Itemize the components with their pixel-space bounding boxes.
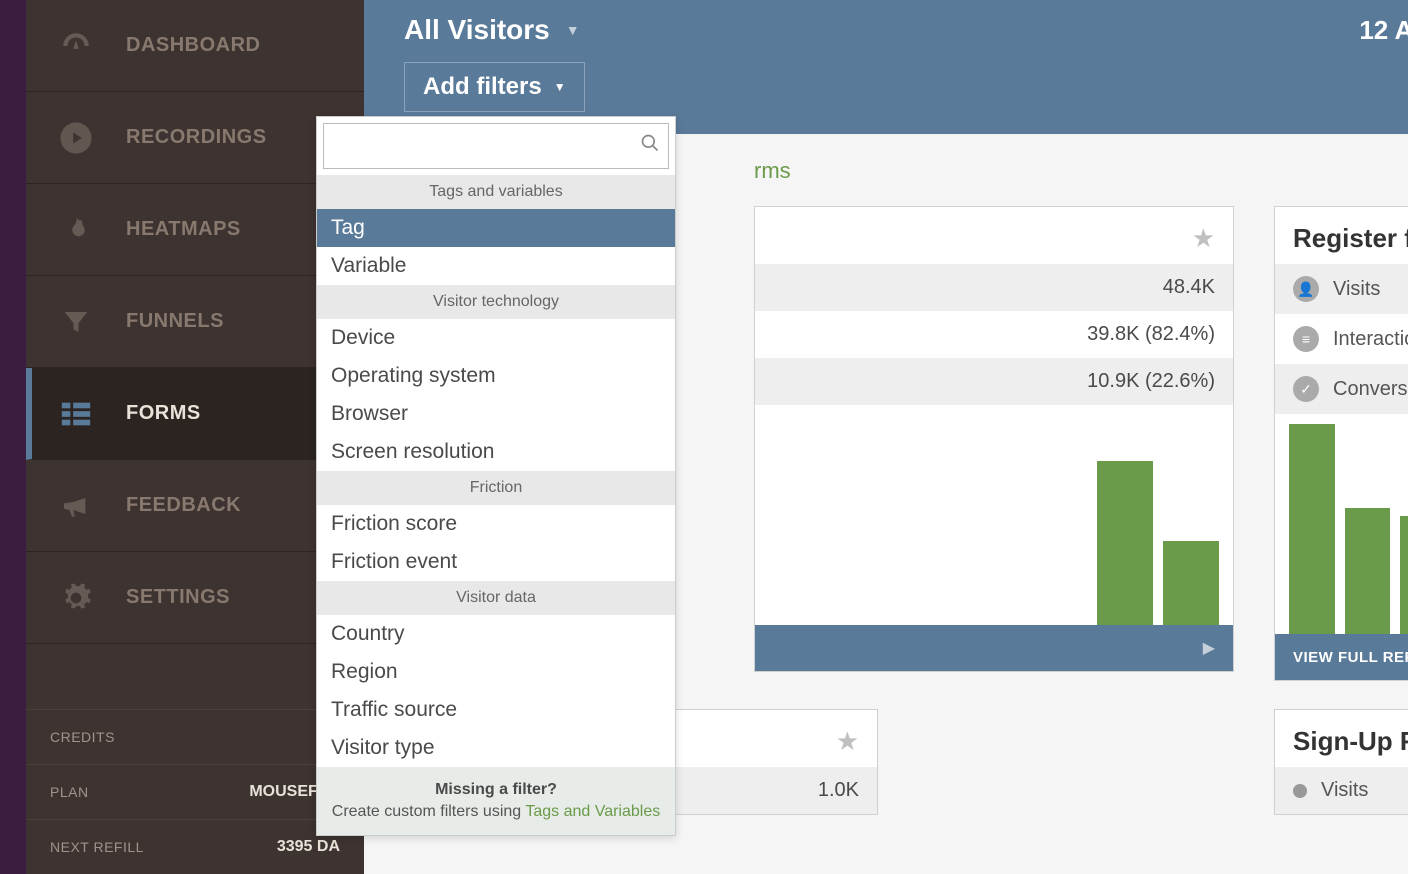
megaphone-icon	[56, 486, 96, 526]
chevron-down-icon: ▼	[554, 80, 566, 94]
tags-variables-link[interactable]: Tags and Variables	[525, 803, 660, 820]
refill-row: NEXT REFILL 3395 DA	[26, 819, 364, 874]
play-icon	[56, 118, 96, 158]
partial-view-full[interactable]: ▶	[755, 625, 1233, 671]
filter-option-friction-score[interactable]: Friction score	[317, 505, 675, 543]
filters-dropdown: Tags and variablesTagVariableVisitor tec…	[316, 116, 676, 836]
filter-option-operating-system[interactable]: Operating system	[317, 357, 675, 395]
breadcrumb-fragment: rms	[754, 158, 1408, 184]
view-full-label: VIEW FULL REPORT	[1293, 649, 1408, 666]
star-icon[interactable]: ★	[836, 726, 859, 757]
visits-value: 1.0K	[818, 779, 859, 802]
signup-form-card: Sign-Up Form ★ Visits 48.4K	[1274, 709, 1408, 815]
nav-heatmaps[interactable]: HEATMAPS	[26, 184, 364, 276]
footer-hint-prefix: Create custom filters using	[332, 803, 526, 820]
view-full-report-button[interactable]: VIEW FULL REPORT ▶	[1275, 634, 1408, 680]
nav-label: DASHBOARD	[126, 34, 261, 57]
conversions-label: Conversions	[1333, 378, 1408, 401]
dropdown-section-header: Visitor technology	[317, 285, 675, 319]
filter-option-friction-event[interactable]: Friction event	[317, 543, 675, 581]
nav-label: HEATMAPS	[126, 218, 241, 241]
dropdown-section-header: Friction	[317, 471, 675, 505]
partial-card-column: ★ 48.4K 39.8K (82.4%) 10.9K (22.6%) ▶	[754, 206, 1234, 709]
register-chart	[1275, 414, 1408, 634]
register-form-card: Register form ★ 👤Visits 48.4K ≡Interacti…	[1274, 206, 1408, 681]
filter-search-input[interactable]	[332, 128, 640, 164]
nav-settings[interactable]: SETTINGS	[26, 552, 364, 644]
visits-label: Visits	[1333, 278, 1380, 301]
filter-option-browser[interactable]: Browser	[317, 395, 675, 433]
star-icon[interactable]: ★	[1192, 223, 1215, 254]
account-info: CREDITS 7. PLAN MOUSEFLO NEXT REFILL 339…	[26, 709, 364, 874]
nav-feedback[interactable]: FEEDBACK	[26, 460, 364, 552]
dot-icon	[1293, 784, 1307, 798]
card-title: Register form	[1293, 223, 1408, 254]
list-icon: ≡	[1293, 326, 1319, 352]
nav-label: SETTINGS	[126, 586, 230, 609]
nav-label: RECORDINGS	[126, 126, 267, 149]
forms-icon	[56, 394, 96, 434]
visits-label: Visits	[1321, 779, 1368, 802]
card-column-right: Register form ★ 👤Visits 48.4K ≡Interacti…	[1274, 206, 1408, 709]
chevron-right-icon: ▶	[1203, 638, 1215, 658]
dropdown-section-header: Visitor data	[317, 581, 675, 615]
partial-interactions-value: 39.8K (82.4%)	[755, 311, 1233, 358]
interactions-label: Interactions	[1333, 328, 1408, 351]
topbar: All Visitors ▼ 12 Aug 2020 - 12 Aug 2021…	[364, 0, 1408, 134]
gauge-icon	[56, 26, 96, 66]
credits-row: CREDITS 7.	[26, 709, 364, 764]
date-range[interactable]: 12 Aug 2020 - 12 Aug 2021	[1359, 15, 1408, 46]
plan-label: PLAN	[50, 784, 89, 800]
nav-label: FUNNELS	[126, 310, 224, 333]
card-title: Sign-Up Form	[1293, 726, 1408, 757]
nav-label: FORMS	[126, 402, 201, 425]
nav-label: FEEDBACK	[126, 494, 241, 517]
filter-option-country[interactable]: Country	[317, 615, 675, 653]
flame-icon	[56, 210, 96, 250]
conversions-row: ✓Conversions 10.9K (22.6%)	[1275, 364, 1408, 414]
plan-row: PLAN MOUSEFLO	[26, 764, 364, 819]
filter-option-tag[interactable]: Tag	[317, 209, 675, 247]
filter-option-device[interactable]: Device	[317, 319, 675, 357]
visits-row: 👤Visits 48.4K	[1275, 264, 1408, 314]
credits-label: CREDITS	[50, 729, 115, 745]
check-icon: ✓	[1293, 376, 1319, 402]
visits-row: Visits 48.4K	[1275, 767, 1408, 814]
refill-value: 3395 DA	[277, 838, 340, 856]
footer-question: Missing a filter?	[317, 781, 675, 799]
dropdown-footer: Missing a filter? Create custom filters …	[317, 767, 675, 835]
left-stripe	[0, 0, 26, 874]
dropdown-section-header: Tags and variables	[317, 175, 675, 209]
filter-option-traffic-source[interactable]: Traffic source	[317, 691, 675, 729]
partial-visits-value: 48.4K	[755, 264, 1233, 311]
partial-conversions-value: 10.9K (22.6%)	[755, 358, 1233, 405]
visitors-dropdown[interactable]: All Visitors ▼	[404, 14, 580, 46]
nav-recordings[interactable]: RECORDINGS	[26, 92, 364, 184]
visitors-label: All Visitors	[404, 14, 550, 46]
gear-icon	[56, 578, 96, 618]
partial-card: ★ 48.4K 39.8K (82.4%) 10.9K (22.6%) ▶	[754, 206, 1234, 672]
nav: DASHBOARD RECORDINGS HEATMAPS FUNNELS	[26, 0, 364, 709]
footer-hint: Create custom filters using Tags and Var…	[317, 803, 675, 821]
nav-funnels[interactable]: FUNNELS	[26, 276, 364, 368]
add-filters-label: Add filters	[423, 73, 542, 101]
partial-chart	[755, 405, 1233, 625]
chevron-down-icon: ▼	[566, 22, 580, 38]
filter-option-visitor-type[interactable]: Visitor type	[317, 729, 675, 767]
filter-option-region[interactable]: Region	[317, 653, 675, 691]
funnel-icon	[56, 302, 96, 342]
interactions-row: ≡Interactions 39.8K (82.4%)	[1275, 314, 1408, 364]
add-filters-button[interactable]: Add filters ▼	[404, 62, 585, 112]
dropdown-search	[317, 117, 675, 175]
filter-option-screen-resolution[interactable]: Screen resolution	[317, 433, 675, 471]
search-icon	[640, 133, 660, 159]
user-icon: 👤	[1293, 276, 1319, 302]
refill-label: NEXT REFILL	[50, 839, 144, 855]
filter-option-variable[interactable]: Variable	[317, 247, 675, 285]
nav-dashboard[interactable]: DASHBOARD	[26, 0, 364, 92]
nav-forms[interactable]: FORMS	[26, 368, 364, 460]
sidebar: DASHBOARD RECORDINGS HEATMAPS FUNNELS	[26, 0, 364, 874]
